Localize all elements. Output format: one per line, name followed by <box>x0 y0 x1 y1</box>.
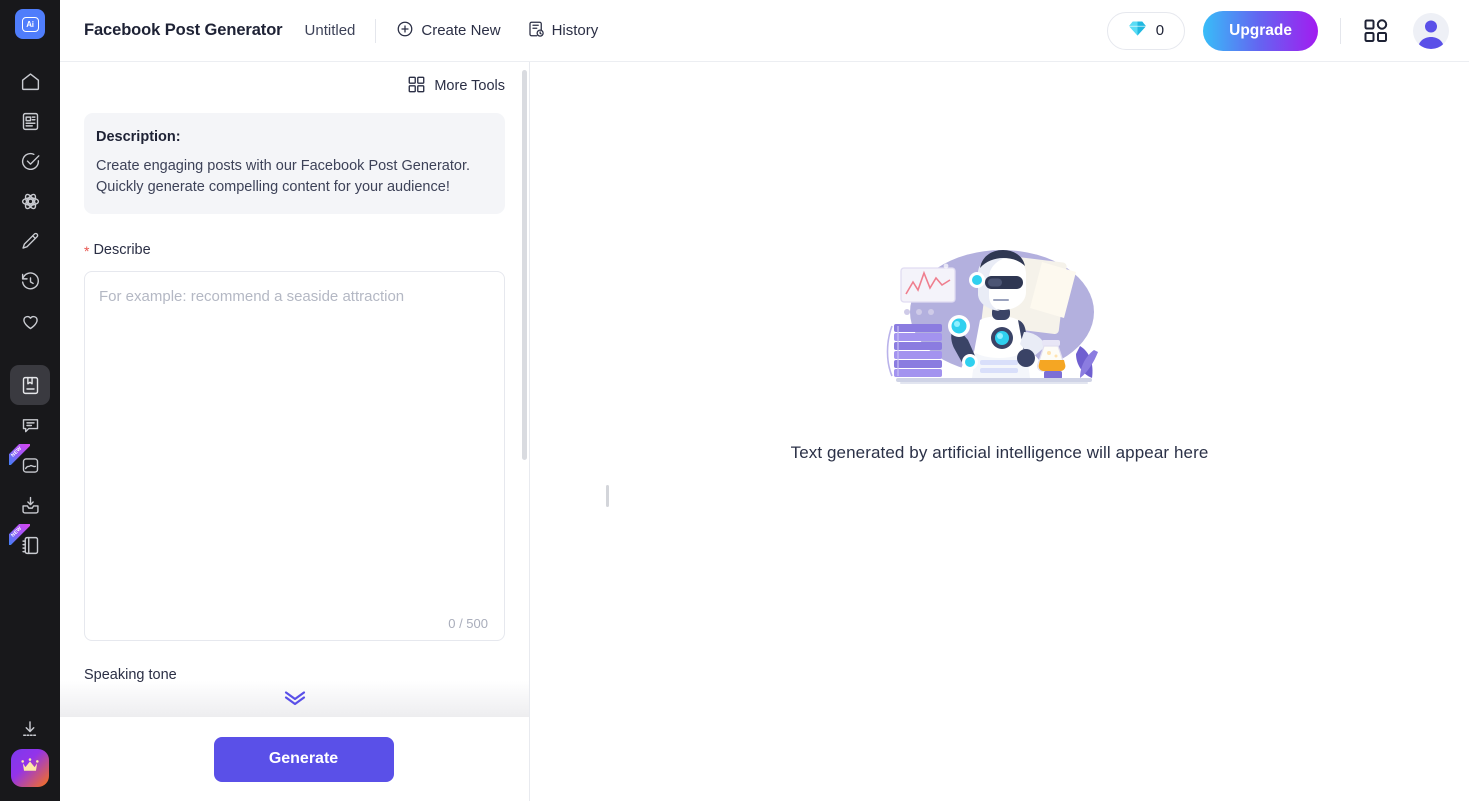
form-scroll-region: More Tools Description: Create engaging … <box>60 62 529 717</box>
premium-button[interactable] <box>11 749 49 787</box>
credits-pill[interactable]: 0 <box>1106 11 1186 50</box>
create-new-button[interactable]: Create New <box>396 20 501 42</box>
check-circle-icon <box>20 151 41 172</box>
history-button[interactable]: History <box>527 20 599 42</box>
describe-input-wrapper: 0 / 500 <box>84 271 505 641</box>
image-icon <box>20 455 41 476</box>
download-icon <box>20 719 40 739</box>
home-icon <box>20 71 41 92</box>
panel-resize-handle[interactable] <box>606 485 609 507</box>
character-counter: 0 / 500 <box>448 616 488 631</box>
create-new-label: Create New <box>421 22 501 39</box>
sidebar-item-favorites[interactable] <box>10 301 50 341</box>
sidebar-item-documents[interactable] <box>10 101 50 141</box>
robot-reading-illustration <box>884 240 1116 400</box>
sidebar-item-notebook[interactable]: NEW <box>9 524 50 565</box>
sidebar-item-library[interactable] <box>10 365 50 405</box>
output-placeholder-text: Text generated by artificial intelligenc… <box>790 443 1209 462</box>
double-chevron-down-icon[interactable] <box>282 688 308 711</box>
description-box: Description: Create engaging posts with … <box>84 113 505 214</box>
upgrade-button[interactable]: Upgrade <box>1203 10 1318 51</box>
book-icon <box>20 375 41 396</box>
app-root: Ai NEW NEW Facebook Post Generator Untit… <box>0 0 1469 801</box>
speaking-tone-label: Speaking tone <box>84 667 177 683</box>
describe-field-label: * Describe <box>84 242 505 260</box>
history-doc-icon <box>527 20 545 42</box>
logo-label: Ai <box>21 16 39 32</box>
crown-icon <box>19 755 41 782</box>
history-clock-icon <box>20 271 41 292</box>
left-nav-rail: Ai NEW NEW <box>0 0 60 801</box>
heart-icon <box>20 311 41 332</box>
sidebar-item-history[interactable] <box>10 261 50 301</box>
inbox-download-icon <box>20 495 41 516</box>
diamond-icon <box>1128 20 1147 41</box>
generate-button[interactable]: Generate <box>213 736 394 782</box>
grid-tools-icon <box>408 76 425 97</box>
describe-label-text: Describe <box>93 242 151 258</box>
form-scrollbar[interactable] <box>522 70 527 460</box>
avatar[interactable] <box>1413 12 1449 49</box>
more-tools-button[interactable]: More Tools <box>84 62 505 110</box>
describe-input[interactable] <box>85 272 504 640</box>
sidebar-item-write[interactable] <box>10 221 50 261</box>
more-tools-label: More Tools <box>434 78 505 94</box>
sidebar-item-home[interactable] <box>10 61 50 101</box>
required-marker: * <box>84 243 90 259</box>
main-area: More Tools Description: Create engaging … <box>60 62 1469 801</box>
atom-icon <box>20 191 41 212</box>
ai-logo-icon[interactable]: Ai <box>15 9 45 39</box>
sidebar-item-images[interactable]: NEW <box>9 444 50 485</box>
grid-apps-icon[interactable] <box>1363 18 1389 44</box>
sidebar-item-ai-lab[interactable] <box>10 181 50 221</box>
user-avatar-icon <box>1418 20 1444 49</box>
document-icon <box>20 111 41 132</box>
chat-bubble-icon <box>20 415 41 436</box>
plus-circle-icon <box>396 20 414 42</box>
credits-count: 0 <box>1155 22 1165 39</box>
form-footer: Generate <box>60 717 529 801</box>
main-column: Facebook Post Generator Untitled Create … <box>60 0 1469 801</box>
generator-form-panel: More Tools Description: Create engaging … <box>60 62 530 801</box>
sidebar-item-tasks[interactable] <box>10 141 50 181</box>
pencil-icon <box>20 231 41 252</box>
sidebar-item-downloads[interactable] <box>10 485 50 525</box>
header-right-group: 0 Upgrade <box>1106 10 1449 51</box>
install-app-button[interactable] <box>10 709 50 749</box>
sidebar-item-chat[interactable] <box>10 405 50 445</box>
notebook-icon <box>20 535 41 556</box>
header-divider-2 <box>1340 17 1341 44</box>
page-title: Facebook Post Generator <box>84 21 283 39</box>
header-divider <box>375 18 377 43</box>
history-label: History <box>551 22 599 39</box>
description-text: Create engaging posts with our Facebook … <box>96 158 470 195</box>
top-header: Facebook Post Generator Untitled Create … <box>60 0 1469 62</box>
output-panel: Text generated by artificial intelligenc… <box>530 62 1469 801</box>
description-title: Description: <box>96 129 181 145</box>
document-name[interactable]: Untitled <box>305 22 356 39</box>
